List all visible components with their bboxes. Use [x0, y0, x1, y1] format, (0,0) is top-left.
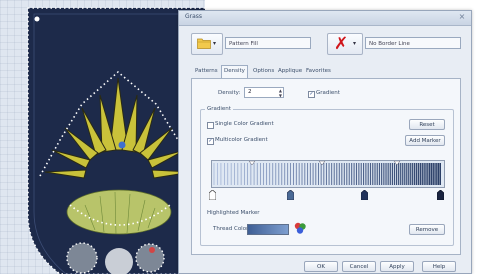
gradient-group-label: Gradient	[205, 106, 233, 112]
pattern-type-button[interactable]: ▾	[191, 33, 223, 55]
border-type-button[interactable]: ✗ ▾	[327, 33, 363, 55]
multicolor-gradient-label: Multicolor Gradient	[215, 137, 268, 143]
remove-button[interactable]: Remove	[409, 224, 445, 235]
border-name-field[interactable]: No Border Line	[365, 37, 461, 49]
tab-favorites[interactable]: Favorites	[304, 66, 333, 77]
pattern-name-field[interactable]: Pattern Fill	[225, 37, 311, 49]
cancel-button[interactable]: Cancel	[342, 261, 376, 272]
highlighted-marker-label: Highlighted Marker	[207, 210, 260, 216]
single-color-gradient-label: Single Color Gradient	[215, 121, 274, 127]
gradient-group: Gradient Single Color Gradient ✓ Multico…	[200, 106, 454, 246]
gradient-preview[interactable]	[211, 160, 445, 188]
gradient-marker-2[interactable]	[287, 190, 294, 200]
marker-row	[209, 187, 444, 201]
gradient-density-lines	[212, 161, 444, 187]
density-value: 2	[248, 89, 252, 95]
spin-down-icon[interactable]: ▼	[279, 93, 282, 98]
gradient-checkbox[interactable]: ✓	[308, 91, 315, 98]
dialog-titlebar[interactable]: Grass ×	[179, 11, 471, 26]
chevron-down-icon: ▾	[353, 40, 357, 47]
folder-icon	[197, 38, 211, 49]
chevron-down-icon: ▾	[213, 40, 217, 47]
gradient-marker-3[interactable]	[361, 190, 368, 200]
density-tab-panel: Density: 2 ▲ ▼ ✓ Gradient Gradient Singl…	[191, 78, 461, 255]
density-label: Density:	[218, 90, 241, 96]
thread-color-label: Thread Color	[213, 226, 249, 232]
gradient-marker-4[interactable]	[437, 190, 444, 200]
dialog-title: Grass	[185, 13, 203, 20]
grass-dialog: Grass × ▾ Pattern Fill ✗ ▾ No Border Lin…	[178, 10, 472, 274]
ok-button[interactable]: OK	[304, 261, 338, 272]
tab-patterns[interactable]: Patterns	[193, 66, 220, 77]
gradient-marker-1[interactable]	[209, 190, 216, 200]
embroidery-design	[0, 0, 205, 274]
help-button[interactable]: Help	[422, 261, 456, 272]
tab-options[interactable]: Options	[251, 66, 276, 77]
screen: Grass × ▾ Pattern Fill ✗ ▾ No Border Lin…	[0, 0, 477, 274]
color-palette-icon[interactable]	[293, 221, 307, 235]
multicolor-gradient-checkbox[interactable]: ✓	[207, 138, 214, 145]
thread-color-swatch[interactable]	[247, 224, 289, 235]
reset-button[interactable]: Reset	[409, 119, 445, 130]
single-color-gradient-checkbox[interactable]	[207, 122, 214, 129]
apply-button[interactable]: Apply	[380, 261, 414, 272]
add-marker-button[interactable]: Add Marker	[405, 135, 445, 146]
tab-applique[interactable]: Applique	[276, 66, 304, 77]
gradient-checkbox-label: Gradient	[316, 90, 340, 96]
density-spinner[interactable]: 2 ▲ ▼	[244, 87, 284, 98]
red-x-icon: ✗	[334, 34, 349, 54]
tab-density[interactable]: Density	[221, 65, 248, 78]
close-button[interactable]: ×	[457, 12, 467, 22]
design-canvas[interactable]	[0, 0, 205, 274]
